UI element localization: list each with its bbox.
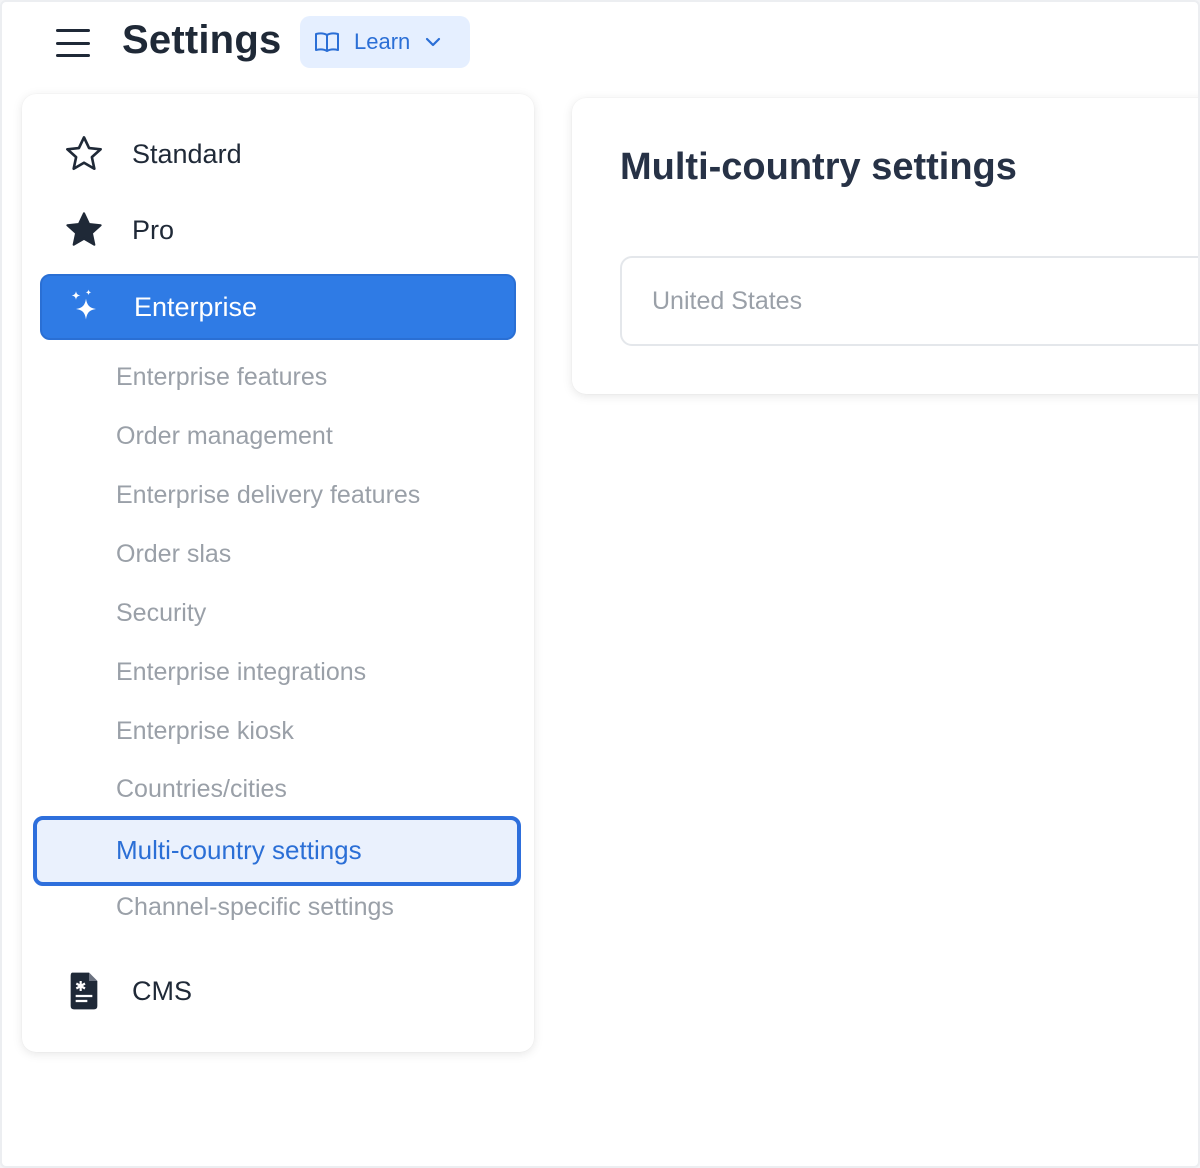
subnav-security[interactable]: Security [116, 599, 206, 628]
sidebar-item-pro[interactable]: Pro [40, 197, 516, 263]
learn-button[interactable]: Learn [300, 16, 470, 68]
hamburger-line [56, 29, 90, 32]
hamburger-line [56, 54, 90, 57]
sidebar-item-cms[interactable]: CMS [40, 958, 516, 1024]
subnav-order-slas[interactable]: Order slas [116, 540, 231, 569]
multi-country-settings-card: Multi-country settings [572, 98, 1198, 394]
sidebar-item-label: Standard [132, 138, 242, 169]
subnav-channel-specific-settings[interactable]: Channel-specific settings [116, 893, 394, 922]
settings-sidebar: Standard Pro Enterprise Enterprise featu… [22, 94, 534, 1052]
subnav-active-label: Multi-country settings [116, 835, 362, 865]
subnav-enterprise-integrations[interactable]: Enterprise integrations [116, 658, 366, 687]
page-title: Settings [122, 18, 282, 62]
sidebar-item-enterprise[interactable]: Enterprise [40, 274, 516, 340]
subnav-enterprise-features[interactable]: Enterprise features [116, 363, 327, 392]
star-outline-icon [62, 132, 106, 176]
hamburger-line [56, 41, 90, 45]
country-input[interactable] [620, 256, 1198, 346]
sparkles-icon [64, 285, 108, 329]
learn-label: Learn [354, 29, 411, 54]
chevron-down-icon [426, 37, 441, 47]
book-open-icon [315, 32, 339, 52]
app-frame: Settings Learn Standard Pro Enterprise E… [0, 0, 1200, 1168]
sidebar-item-label: Pro [132, 214, 175, 245]
sidebar-item-label: CMS [132, 975, 192, 1006]
star-filled-icon [62, 208, 106, 252]
subnav-order-management[interactable]: Order management [116, 422, 333, 451]
subnav-multi-country-settings[interactable]: Multi-country settings [33, 816, 521, 886]
subnav-enterprise-delivery-features[interactable]: Enterprise delivery features [116, 481, 420, 510]
sidebar-item-standard[interactable]: Standard [40, 121, 516, 187]
sidebar-item-label: Enterprise [134, 291, 258, 322]
document-icon [62, 969, 106, 1013]
subnav-countries-cities[interactable]: Countries/cities [116, 775, 287, 804]
subnav-enterprise-kiosk[interactable]: Enterprise kiosk [116, 717, 294, 746]
card-title: Multi-country settings [620, 146, 1017, 188]
hamburger-menu-icon[interactable] [54, 26, 92, 60]
